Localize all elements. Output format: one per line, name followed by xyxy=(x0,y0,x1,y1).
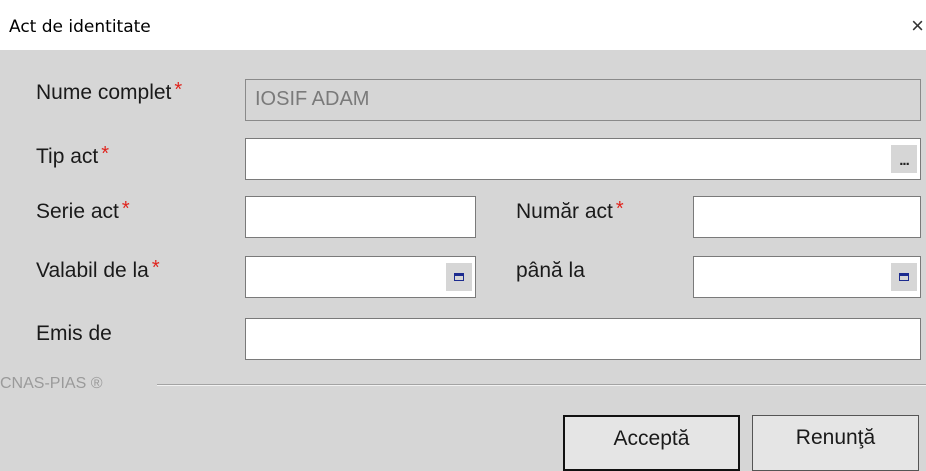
required-marker: * xyxy=(121,198,130,220)
footer-separator xyxy=(157,384,926,386)
label-valabil-de-la: Valabil de la * xyxy=(36,257,160,283)
footer-brand: CNAS-PIAS ® xyxy=(0,375,103,392)
valabil-de-la-calendar-button[interactable] xyxy=(446,263,472,291)
label-tip-act: Tip act * xyxy=(36,143,110,169)
required-marker: * xyxy=(101,143,110,165)
label-text: Nume complet xyxy=(36,81,172,104)
label-pana-la: până la xyxy=(516,259,585,283)
nume-complet-field: IOSIF ADAM xyxy=(245,79,921,121)
valabil-de-la-field[interactable] xyxy=(245,256,476,298)
dialog-title: Act de identitate xyxy=(9,17,151,37)
label-text: Emis de xyxy=(36,322,112,345)
label-text: Număr act xyxy=(516,200,613,223)
label-text: Serie act xyxy=(36,200,119,223)
close-icon[interactable]: × xyxy=(902,10,926,42)
label-text: Valabil de la xyxy=(36,259,149,282)
tip-act-field[interactable]: ... xyxy=(245,138,921,180)
calendar-icon xyxy=(899,273,909,281)
label-numar-act: Număr act * xyxy=(516,198,624,224)
accept-button[interactable]: Acceptă xyxy=(563,415,740,471)
tip-act-picker-button[interactable]: ... xyxy=(891,145,917,173)
label-emis-de: Emis de xyxy=(36,322,112,346)
label-serie-act: Serie act * xyxy=(36,198,130,224)
required-marker: * xyxy=(615,198,624,220)
pana-la-field[interactable] xyxy=(693,256,921,298)
ellipsis-icon: ... xyxy=(899,151,909,169)
label-text: până la xyxy=(516,259,585,282)
nume-complet-value: IOSIF ADAM xyxy=(255,88,370,110)
label-nume-complet: Nume complet * xyxy=(36,79,183,105)
calendar-icon xyxy=(454,273,464,281)
pana-la-calendar-button[interactable] xyxy=(891,263,917,291)
serie-act-field[interactable] xyxy=(245,196,476,238)
cancel-button[interactable]: Renunţă xyxy=(752,415,919,471)
dialog-titlebar: Act de identitate × xyxy=(0,0,926,50)
emis-de-field[interactable] xyxy=(245,318,921,360)
required-marker: * xyxy=(174,79,183,101)
label-text: Tip act xyxy=(36,145,99,168)
form-panel: Nume complet * IOSIF ADAM Tip act * ... Se… xyxy=(0,50,926,471)
required-marker: * xyxy=(151,257,160,279)
numar-act-field[interactable] xyxy=(693,196,921,238)
